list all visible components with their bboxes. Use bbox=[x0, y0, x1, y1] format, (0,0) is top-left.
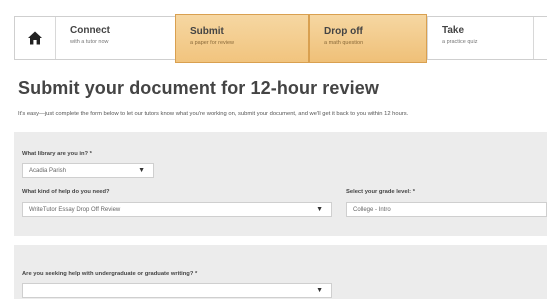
grade-level-select[interactable]: College - Intro bbox=[346, 202, 547, 217]
library-select[interactable]: Acadia Parish ▼ bbox=[22, 163, 154, 178]
tab-partial[interactable]: C bbox=[533, 17, 547, 59]
tab-connect[interactable]: Connect with a tutor now bbox=[55, 17, 187, 59]
tab-drop-off-subtitle: a math question bbox=[324, 40, 364, 46]
page-intro: It's easy—just complete the form below t… bbox=[18, 111, 409, 117]
chevron-down-icon: ▼ bbox=[316, 206, 323, 213]
grade-level-label: Select your grade level: * bbox=[346, 189, 415, 195]
home-button[interactable] bbox=[15, 17, 55, 59]
home-icon bbox=[28, 31, 42, 45]
tab-drop-off[interactable]: Drop off a math question bbox=[309, 14, 427, 63]
chevron-down-icon: ▼ bbox=[316, 287, 323, 294]
form-panel-main: What library are you in? * Acadia Parish… bbox=[14, 132, 547, 236]
page-title: Submit your document for 12-hour review bbox=[18, 78, 379, 98]
writing-level-label: Are you seeking help with undergraduate … bbox=[22, 271, 198, 277]
writing-level-select[interactable]: ▼ bbox=[22, 283, 332, 298]
help-type-label: What kind of help do you need? bbox=[22, 189, 110, 195]
chevron-down-icon: ▼ bbox=[138, 167, 145, 174]
help-type-select-value: WriteTutor Essay Drop Off Review bbox=[29, 207, 121, 213]
tab-drop-off-title: Drop off bbox=[324, 26, 363, 37]
library-select-value: Acadia Parish bbox=[29, 168, 67, 174]
tab-take[interactable]: Take a practice quiz bbox=[427, 17, 533, 59]
tutoring-nav-bar: Connect with a tutor now Submit a paper … bbox=[14, 14, 547, 63]
help-type-select[interactable]: WriteTutor Essay Drop Off Review ▼ bbox=[22, 202, 332, 217]
tab-submit-title: Submit bbox=[190, 26, 224, 37]
tab-connect-title: Connect bbox=[70, 25, 110, 36]
tab-take-title: Take bbox=[442, 25, 465, 36]
form-panel-writing-level: Are you seeking help with undergraduate … bbox=[14, 245, 547, 299]
tab-submit[interactable]: Submit a paper for review bbox=[175, 14, 309, 63]
tab-take-subtitle: a practice quiz bbox=[442, 39, 478, 45]
library-label: What library are you in? * bbox=[22, 151, 92, 157]
tab-submit-subtitle: a paper for review bbox=[190, 40, 235, 46]
tab-connect-subtitle: with a tutor now bbox=[70, 39, 109, 45]
grade-level-select-value: College - Intro bbox=[353, 207, 391, 213]
